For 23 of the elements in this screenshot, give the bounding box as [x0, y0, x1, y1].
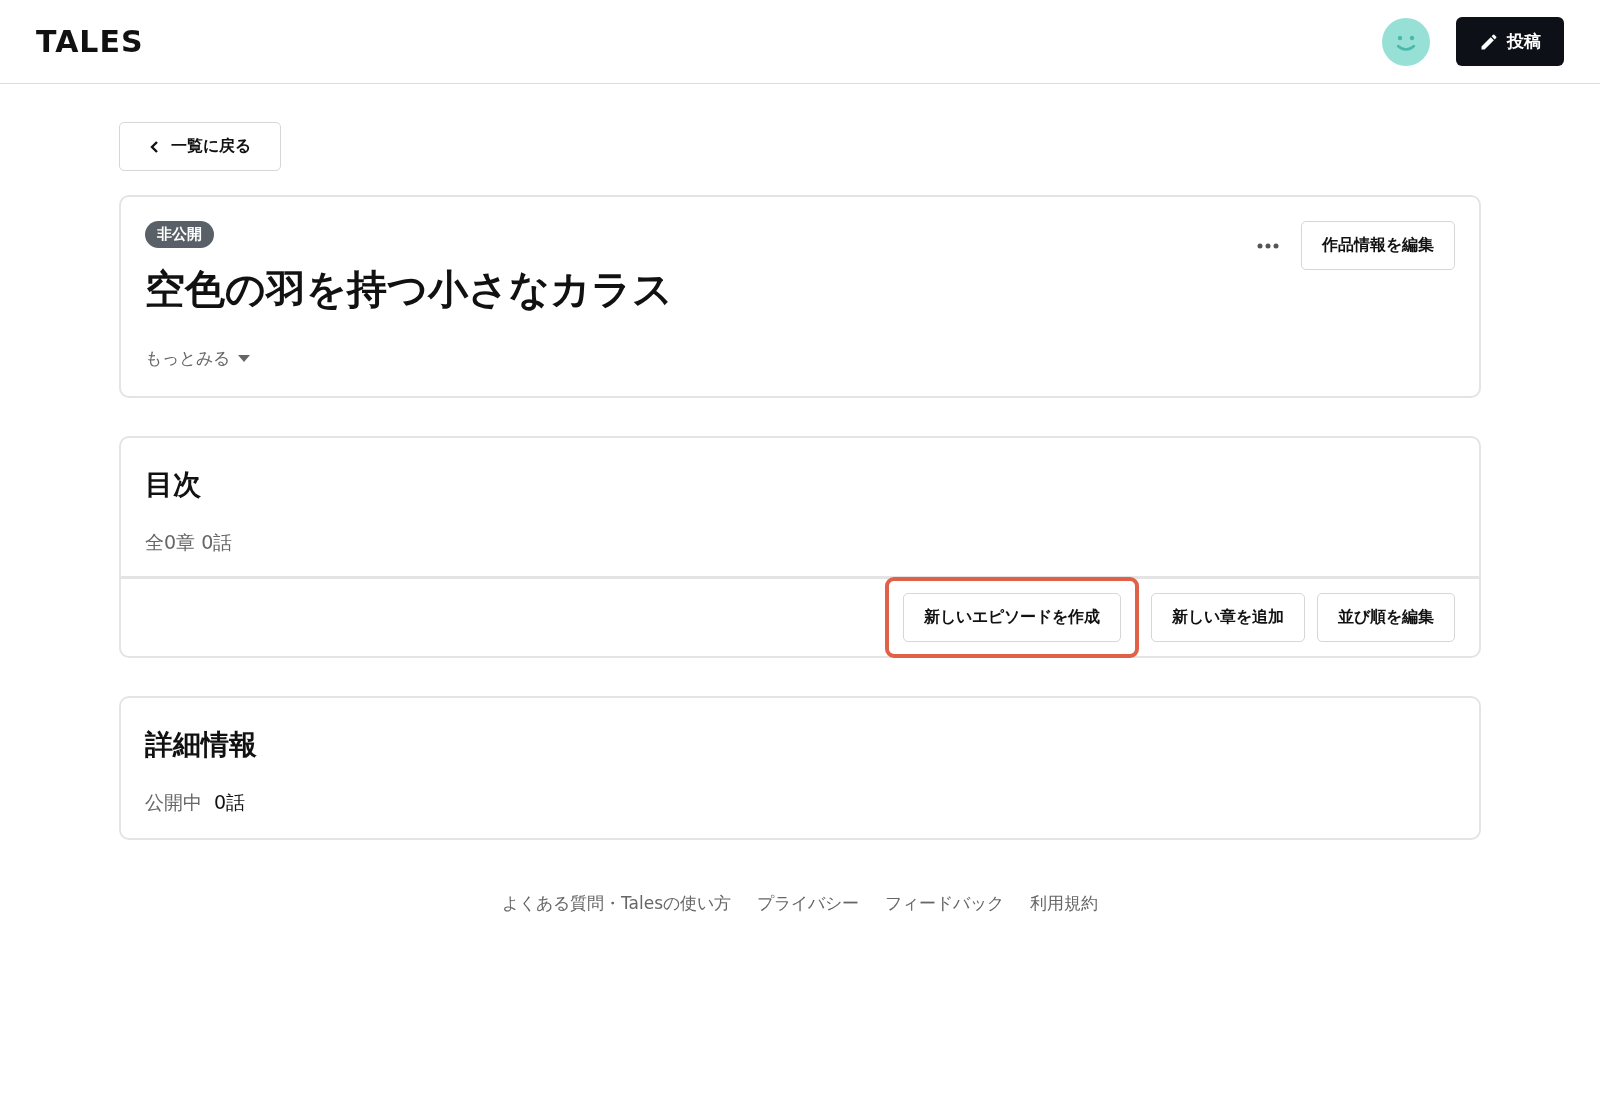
more-toggle[interactable]: もっとみる [145, 347, 250, 370]
toc-summary: 全0章 0話 [145, 530, 234, 555]
work-title: 空色の羽を持つ小さなカラス [145, 265, 674, 314]
chevron-left-icon [149, 139, 161, 154]
edit-work-button[interactable]: 作品情報を編集 [1301, 221, 1455, 270]
toc-action-button[interactable]: 並び順を編集 [1317, 593, 1455, 642]
published-label: 公開中 [145, 790, 202, 815]
footer-link[interactable]: 利用規約 [1030, 892, 1098, 915]
pencil-icon [1479, 31, 1499, 52]
status-badge: 非公開 [145, 221, 214, 248]
footer-link[interactable]: よくある質問・Talesの使い方 [502, 892, 731, 915]
caret-icon [238, 355, 250, 362]
footer-link[interactable]: プライバシー [757, 892, 859, 915]
toc-action-button[interactable]: 新しいエピソードを作成 [903, 593, 1121, 642]
post-button[interactable]: 投稿 [1456, 17, 1564, 66]
toc-action-button[interactable]: 新しい章を追加 [1151, 593, 1305, 642]
more-options-icon[interactable] [1257, 242, 1279, 249]
footer-link[interactable]: フィードバック [885, 892, 1004, 915]
published-count: 0話 [214, 790, 246, 815]
logo[interactable]: TALES [36, 24, 144, 59]
back-button[interactable]: 一覧に戻る [119, 122, 281, 171]
details-heading: 詳細情報 [145, 727, 258, 763]
toc-heading: 目次 [145, 467, 202, 503]
